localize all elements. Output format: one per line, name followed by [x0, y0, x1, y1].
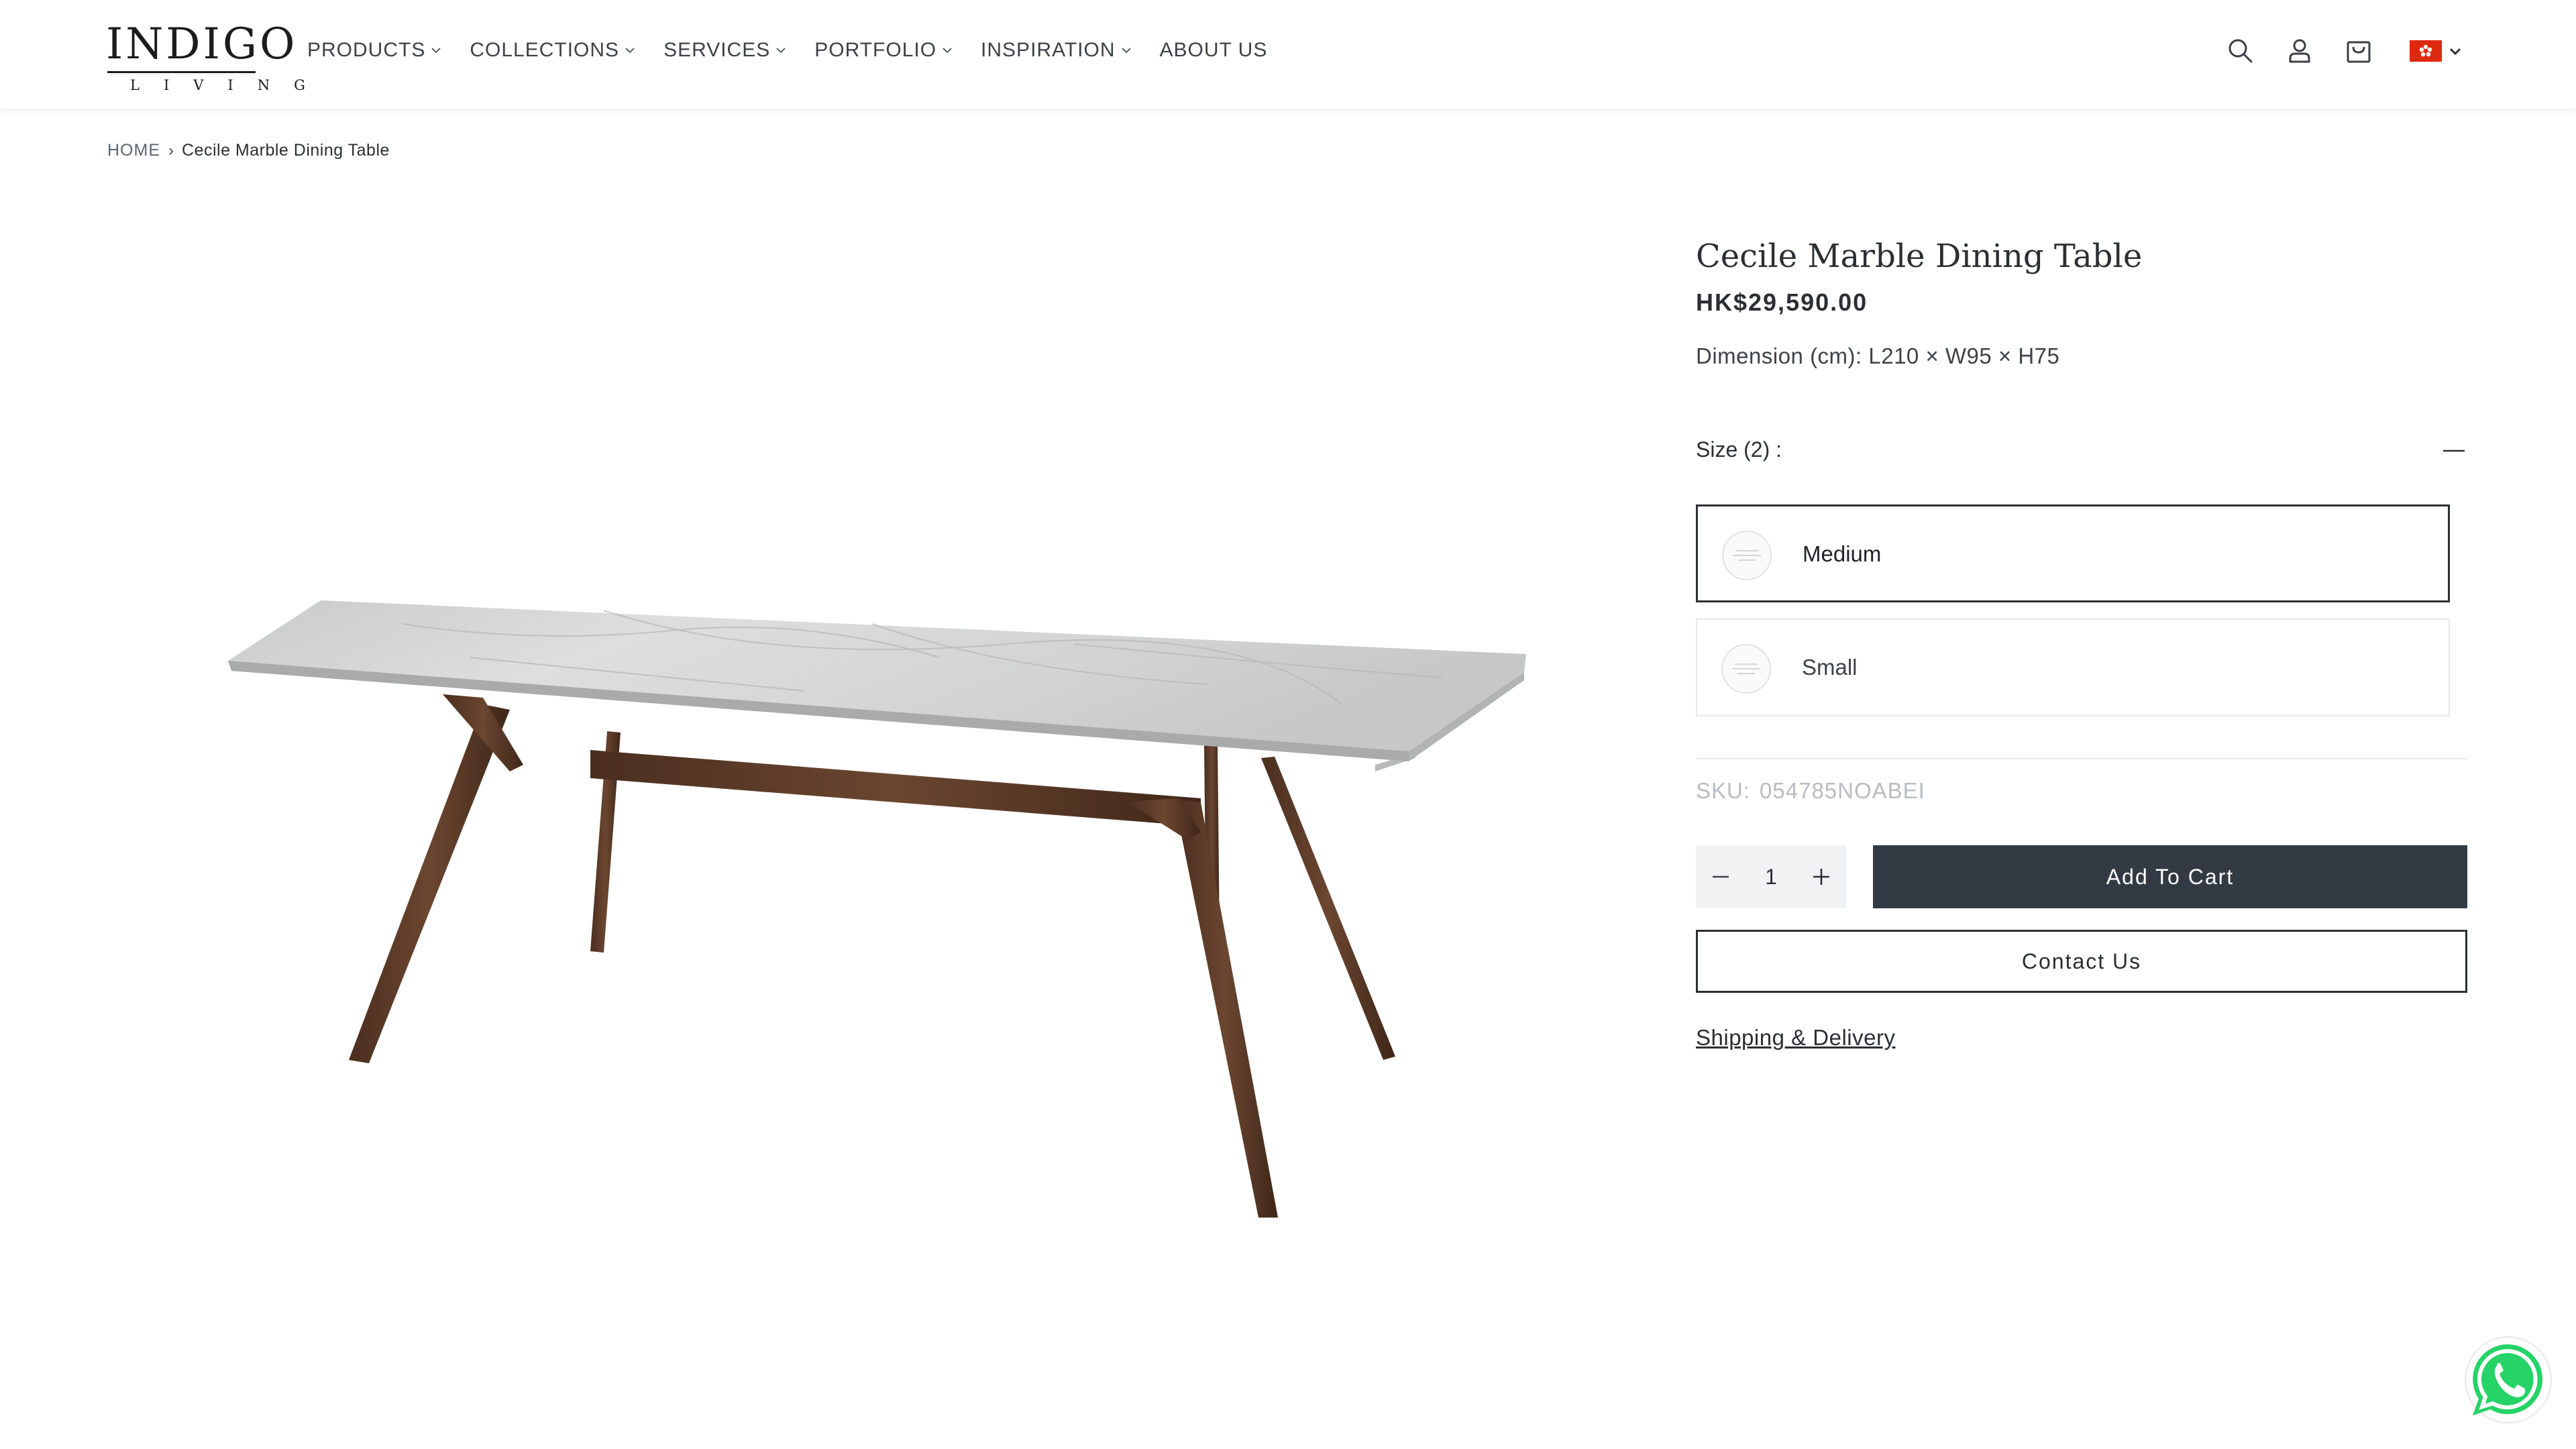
cart-icon: [2347, 41, 2371, 63]
add-to-cart-button[interactable]: Add To Cart: [1873, 845, 2467, 908]
quantity-input[interactable]: 1: [1746, 845, 1796, 908]
nav-collections[interactable]: COLLECTIONS: [470, 39, 637, 62]
nav-products[interactable]: PRODUCTS: [307, 39, 443, 62]
nav-collections-label: COLLECTIONS: [470, 39, 620, 61]
nav-about-us[interactable]: ABOUT US: [1160, 39, 1268, 62]
chevron-down-icon: [2449, 48, 2461, 56]
product-image: [228, 600, 1526, 1218]
chevron-down-icon: [1121, 48, 1131, 54]
main-nav: PRODUCTS COLLECTIONS SERVICES PORTFOLIO …: [307, 39, 1294, 62]
nav-portfolio[interactable]: PORTFOLIO: [814, 39, 954, 62]
size-header: Size (2) :: [1696, 437, 2467, 471]
quantity-stepper: 1: [1696, 845, 1846, 908]
table-leg-front-right: [1174, 798, 1278, 1218]
breadcrumb: HOME › Cecile Marble Dining Table: [107, 141, 390, 160]
chevron-down-icon: [776, 48, 786, 54]
variant-medium-label: Medium: [1803, 541, 1882, 566]
chevron-down-icon: [431, 48, 441, 54]
quantity-increase-button[interactable]: [1796, 845, 1846, 908]
search-button[interactable]: [2219, 30, 2262, 72]
contact-us-button[interactable]: Contact Us: [1696, 930, 2467, 993]
account-button[interactable]: [2278, 30, 2321, 72]
account-icon: [2289, 39, 2310, 63]
nav-services-label: SERVICES: [663, 39, 771, 61]
breadcrumb-home[interactable]: HOME: [107, 141, 160, 160]
nav-inspiration-label: INSPIRATION: [981, 39, 1116, 61]
image-coming-soon-icon: [1721, 644, 1771, 694]
header-actions: [2214, 30, 2482, 72]
quantity-decrease-button[interactable]: [1696, 845, 1746, 908]
brand-sub: LIVING: [130, 77, 329, 93]
shipping-delivery-link[interactable]: Shipping & Delivery: [1696, 1025, 1895, 1051]
breadcrumb-separator: ›: [168, 141, 174, 160]
search-icon: [2229, 39, 2253, 63]
breadcrumb-current: Cecile Marble Dining Table: [182, 141, 390, 160]
nav-inspiration[interactable]: INSPIRATION: [981, 39, 1132, 62]
nav-portfolio-label: PORTFOLIO: [814, 39, 937, 61]
nav-products-label: PRODUCTS: [307, 39, 426, 61]
size-label: Size (2) :: [1696, 437, 1782, 462]
divider: [1696, 758, 2467, 759]
table-leg-front-left: [349, 704, 510, 1063]
variant-small[interactable]: Small: [1696, 619, 2450, 716]
region-selector[interactable]: [2403, 30, 2470, 72]
product-info: Cecile Marble Dining Table HK$29,590.00 …: [1696, 235, 2467, 1050]
collapse-minus-icon[interactable]: [2440, 437, 2467, 464]
product-dimension: Dimension (cm): L210 × W95 × H75: [1696, 343, 2060, 368]
variant-medium[interactable]: Medium: [1696, 504, 2450, 602]
chevron-down-icon: [943, 48, 952, 54]
plus-icon: [1813, 869, 1829, 885]
sku: SKU: 054785NOABEI: [1696, 778, 1925, 804]
product-price: HK$29,590.00: [1696, 288, 1868, 316]
sku-label: SKU:: [1696, 778, 1751, 803]
chevron-down-icon: [625, 48, 635, 54]
sku-value: 054785NOABEI: [1760, 778, 1925, 803]
nav-services[interactable]: SERVICES: [663, 39, 788, 62]
site-header: INDIGO LIVING PRODUCTS COLLECTIONS SERVI…: [0, 0, 2576, 109]
table-stretcher: [590, 750, 1201, 826]
table-leg-back-right-2: [1261, 757, 1395, 1060]
nav-about-us-label: ABOUT US: [1159, 39, 1268, 61]
brand-logo[interactable]: INDIGO LIVING: [106, 19, 329, 93]
brand-name: INDIGO: [106, 19, 298, 69]
product-title: Cecile Marble Dining Table: [1696, 237, 2143, 275]
minus-icon: [1713, 875, 1729, 878]
image-coming-soon-icon: [1722, 531, 1772, 580]
logo-rule: [107, 71, 256, 73]
variant-small-label: Small: [1802, 655, 1858, 680]
hong-kong-flag-icon: [2410, 40, 2442, 62]
cart-button[interactable]: [2337, 30, 2380, 72]
whatsapp-icon[interactable]: [2463, 1335, 2553, 1425]
